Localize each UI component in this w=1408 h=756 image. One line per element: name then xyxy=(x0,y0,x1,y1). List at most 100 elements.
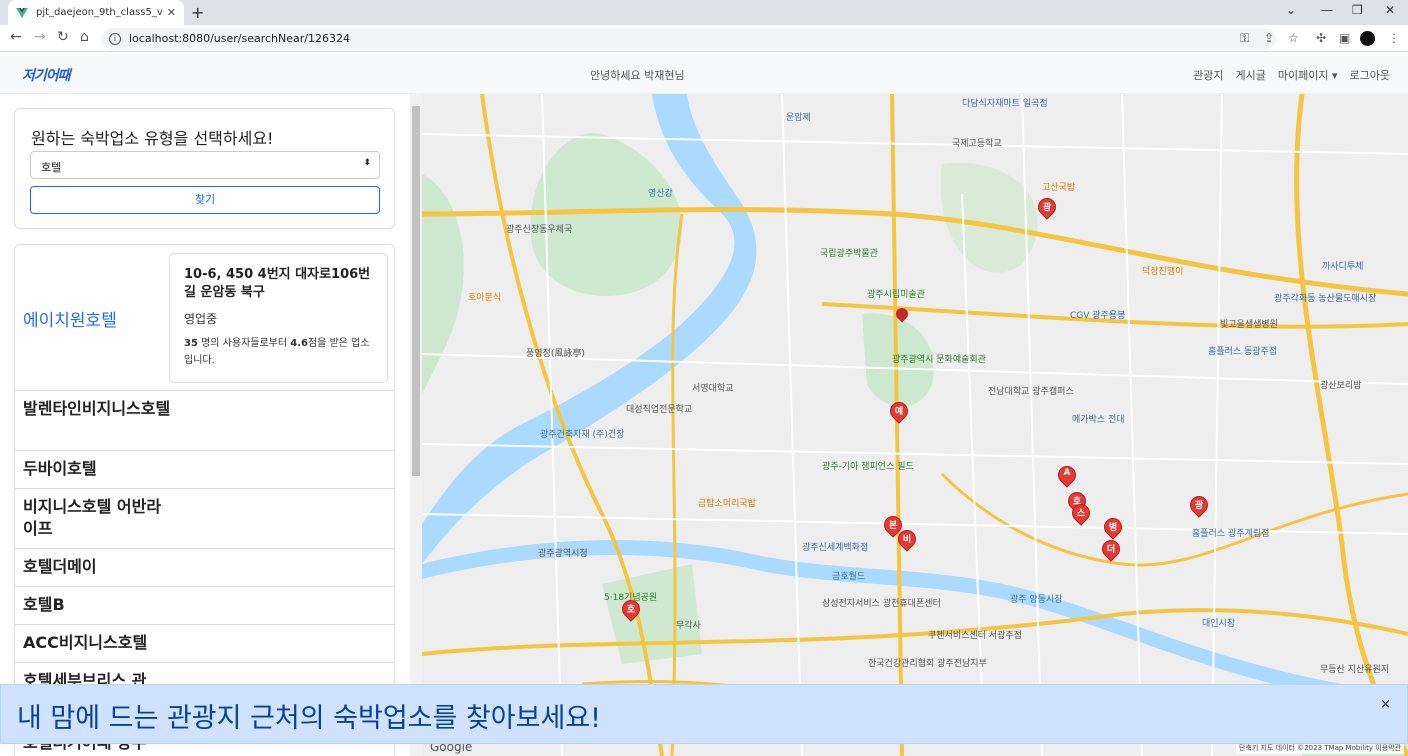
hotel-marker[interactable]: A xyxy=(1054,462,1080,492)
info-banner: 내 맘에 드는 관광지 근처의 숙박업소를 찾아보세요! × xyxy=(0,684,1408,744)
new-tab-icon[interactable]: + xyxy=(191,3,204,22)
banner-close-icon[interactable]: × xyxy=(1380,697,1391,712)
map-label: 메가박스 전대 xyxy=(1072,415,1125,425)
tab-close-icon[interactable]: ✕ xyxy=(167,6,176,19)
map-label: 다담식자재마트 일곡점 xyxy=(962,99,1048,109)
url-text: localhost:8080/user/searchNear/126324 xyxy=(129,32,350,45)
key-icon[interactable]: ⚿ xyxy=(1240,31,1249,46)
map-label: 삼성전자서비스 광천휴대폰센터 xyxy=(822,599,941,609)
map-label: 무등산 지산유원지 xyxy=(1320,665,1390,675)
menu-icon[interactable]: ⋮ xyxy=(1388,31,1400,45)
hotel-detail-card: 10-6, 450 4번지 대자로106번길 운암동 북구 영업중 35 명의 … xyxy=(169,253,388,383)
map-label: 금호월드 xyxy=(832,572,866,582)
hotel-address: 10-6, 450 4번지 대자로106번길 운암동 북구 xyxy=(184,267,371,300)
profile-avatar[interactable] xyxy=(1360,31,1375,46)
restore-icon[interactable]: ❐ xyxy=(1352,3,1363,17)
select-arrows-icon: ⬍ xyxy=(363,158,371,168)
map-label: 고산국밥 xyxy=(1042,183,1076,193)
hotel-list: 에이치원호텔 10-6, 450 4번지 대자로106번길 운암동 북구 영업중… xyxy=(14,244,395,756)
side-panel-icon[interactable]: ▣ xyxy=(1339,31,1350,45)
list-item[interactable]: ACC비지니스호텔 xyxy=(15,625,394,663)
type-select-card: 원하는 숙박업소 유형을 선택하세요! 호텔 ⬍ 찾기 xyxy=(14,108,395,229)
hotel-marker[interactable]: 예 xyxy=(886,398,912,428)
left-panel: 원하는 숙박업소 유형을 선택하세요! 호텔 ⬍ 찾기 에이치원호텔 10-6,… xyxy=(0,94,410,756)
map-label: 광주 양동시장 xyxy=(1010,595,1063,605)
back-icon[interactable]: ← xyxy=(10,29,22,45)
hotel-marker[interactable]: 광 xyxy=(1034,194,1060,224)
scrollbar-thumb[interactable] xyxy=(412,106,420,476)
map-label: 홈플러스 동광주점 xyxy=(1208,347,1278,357)
nav-link-board[interactable]: 게시글 xyxy=(1236,67,1266,83)
nav-link-attractions[interactable]: 관광지 xyxy=(1193,67,1223,83)
vue-favicon-icon xyxy=(16,7,28,18)
map-label: 영산강 xyxy=(648,189,673,199)
map-label: 까사디투체 xyxy=(1322,262,1364,272)
nav-links: 관광지 게시글 마이페이지 ▾ 로그아웃 xyxy=(1193,67,1390,83)
hotel-marker[interactable]: 호 xyxy=(618,596,644,626)
list-item[interactable]: 발렌타인비지니스호텔 xyxy=(15,391,394,451)
map-label: 광산보리밥 xyxy=(1320,381,1362,391)
map-label: 전남대학교 광주캠퍼스 xyxy=(988,387,1074,397)
map-label: 쿠첸서비스센터 서광주점 xyxy=(928,631,1022,641)
minimize-icon[interactable]: — xyxy=(1321,3,1333,17)
map-label: 홈플러스 광주계림점 xyxy=(1192,529,1270,539)
hotel-marker[interactable]: 더 xyxy=(1098,536,1124,566)
hotel-marker[interactable]: 광 xyxy=(1186,492,1212,522)
hotel-marker[interactable]: 비 xyxy=(894,526,920,556)
map-label: 광주광역시청 xyxy=(538,549,588,559)
map-view[interactable]: 다담식자재마트 일곡점 국제고등학교 광주신창동우체국 국립광주박물관 광주시립… xyxy=(422,94,1408,756)
brand-logo[interactable]: 저기어때 xyxy=(22,65,71,85)
map-label: 국제고등학교 xyxy=(952,139,1002,149)
app-navbar: 저기어때 안녕하세요 박재현님 관광지 게시글 마이페이지 ▾ 로그아웃 xyxy=(0,52,1408,94)
map-label: 서영대학교 xyxy=(692,384,734,394)
map-label: 한국건강관리협회 광주전남지부 xyxy=(868,659,987,669)
map-label: 광주건축자재 (주)건창 xyxy=(540,430,625,440)
extensions-icon[interactable]: ✣ xyxy=(1316,31,1326,45)
window-close-icon[interactable]: ✕ xyxy=(1385,3,1395,17)
star-icon[interactable]: ☆ xyxy=(1288,31,1299,45)
map-label: 풍영정(風詠亭) xyxy=(526,349,585,359)
browser-tab-bar: pjt_daejeon_9th_class5_vue_tea ✕ + ⌄ — ❐… xyxy=(0,0,1408,25)
lodging-type-select[interactable]: 호텔 ⬍ xyxy=(30,151,380,179)
map-label: 운암제 xyxy=(786,113,811,123)
selected-type: 호텔 xyxy=(41,161,62,174)
browser-tab[interactable]: pjt_daejeon_9th_class5_vue_tea ✕ xyxy=(8,0,184,25)
current-location-pin-icon xyxy=(893,305,911,326)
map-label: 대성직업전문학교 xyxy=(626,405,693,415)
tab-search-icon[interactable]: ⌄ xyxy=(1286,3,1296,17)
banner-message: 내 맘에 드는 관광지 근처의 숙박업소를 찾아보세요! xyxy=(17,703,601,734)
map-label: 빛고을생생병원 xyxy=(1220,320,1278,330)
share-icon[interactable]: ⇪ xyxy=(1264,31,1274,45)
find-button[interactable]: 찾기 xyxy=(30,186,380,214)
map-label: 호아분식 xyxy=(468,293,502,303)
map-label: 덕장진땡이 xyxy=(1142,267,1184,277)
map-label: 국립광주박물관 xyxy=(820,249,878,259)
list-item[interactable]: 호텔더메이 xyxy=(15,549,394,587)
map-label: 광주신세계백화점 xyxy=(802,543,869,553)
map-label: CGV 광주용봉 xyxy=(1070,311,1126,321)
map-label: 무각사 xyxy=(676,621,701,631)
address-bar[interactable]: i localhost:8080/user/searchNear/126324 xyxy=(101,28,1276,49)
map-label: 금탑소머리국밥 xyxy=(698,499,756,509)
nav-link-mypage[interactable]: 마이페이지 ▾ xyxy=(1278,67,1338,83)
greeting-text: 안녕하세요 박재현님 xyxy=(590,69,685,82)
map-label: 광주신창동우체국 xyxy=(506,225,573,235)
map-label: 광주시립미술관 xyxy=(867,290,925,300)
list-item[interactable]: 두바이호텔 xyxy=(15,451,394,489)
browser-toolbar: ← → ↻ ⌂ i localhost:8080/user/searchNear… xyxy=(0,25,1408,52)
list-scrollbar[interactable] xyxy=(410,94,422,756)
hotel-marker[interactable]: 스 xyxy=(1068,500,1094,530)
list-item[interactable]: 비지니스호텔 어반라이프 xyxy=(15,489,394,549)
nav-link-logout[interactable]: 로그아웃 xyxy=(1350,67,1390,83)
list-item-selected[interactable]: 에이치원호텔 10-6, 450 4번지 대자로106번길 운암동 북구 영업중… xyxy=(15,245,394,391)
tab-title: pjt_daejeon_9th_class5_vue_tea xyxy=(36,7,163,18)
forward-icon[interactable]: → xyxy=(34,29,46,45)
hotel-status: 영업중 xyxy=(184,312,218,326)
hotel-name[interactable]: 에이치원호텔 xyxy=(23,306,117,331)
select-heading: 원하는 숙박업소 유형을 선택하세요! xyxy=(31,129,274,148)
site-info-icon[interactable]: i xyxy=(109,32,121,45)
reload-icon[interactable]: ↻ xyxy=(57,29,69,45)
list-item[interactable]: 호텔B xyxy=(15,587,394,625)
home-icon[interactable]: ⌂ xyxy=(80,29,89,45)
map-label: 광주광역시 문화예술회관 xyxy=(892,355,986,365)
